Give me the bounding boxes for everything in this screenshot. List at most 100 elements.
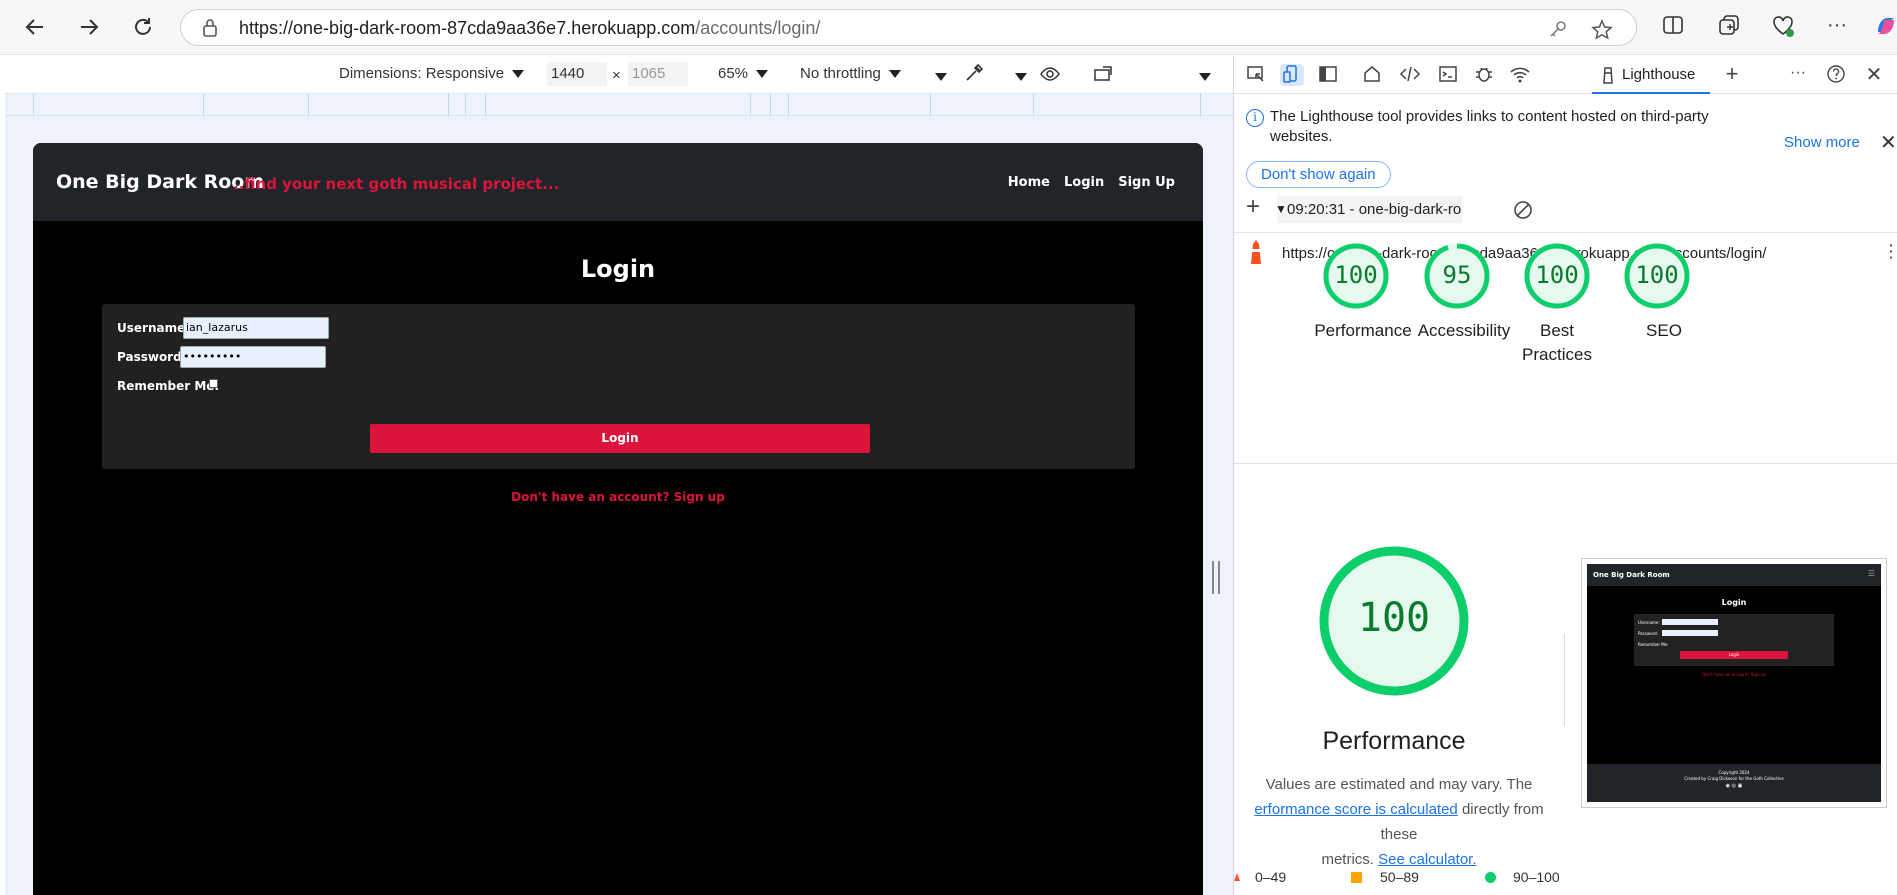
report-select[interactable]: ▼ 09:20:31 - one-big-dark-room- [1277, 196, 1462, 223]
thumb-username-label: Username: [1638, 620, 1660, 625]
see-calculator-link[interactable]: See calculator. [1378, 851, 1476, 868]
thumb-title: Login [1721, 598, 1747, 607]
username-input[interactable]: ian_lazarus [183, 317, 329, 339]
address-bar[interactable]: https://one-big-dark-room-87cda9aa36e7.h… [180, 9, 1637, 46]
media-query-ruler[interactable] [5, 94, 1233, 116]
info-icon: i [1246, 109, 1264, 127]
password-input[interactable]: ••••••••• [180, 346, 326, 368]
zoom-dropdown[interactable]: 65% [718, 65, 769, 82]
dock-side-icon[interactable] [1316, 64, 1340, 86]
more-throttle-options-icon[interactable] [935, 68, 947, 85]
accessibility-label: Accessibility [1417, 321, 1511, 340]
explain-text-3: metrics. [1321, 851, 1374, 868]
key-icon[interactable] [1547, 19, 1569, 39]
login-form: Username: ian_lazarus Password: ••••••••… [102, 304, 1135, 469]
best-practices-gauge[interactable]: 100 Best Practices [1522, 243, 1592, 364]
url-text[interactable]: https://one-big-dark-room-87cda9aa36e7.h… [239, 18, 820, 39]
device-toolbar: Dimensions: Responsive 1440 × 1065 65% N… [5, 56, 1233, 94]
thumb-password-field [1662, 630, 1718, 636]
device-emulation-icon[interactable] [1280, 64, 1304, 86]
rotate-icon[interactable] [1093, 64, 1117, 88]
thumb-username-field [1662, 619, 1718, 625]
nav-signup-link[interactable]: Sign Up [1118, 175, 1175, 190]
refresh-icon[interactable] [128, 12, 158, 42]
password-label: Password: [117, 350, 187, 364]
seo-gauge[interactable]: 100 SEO [1624, 243, 1690, 340]
collections-icon[interactable] [1716, 14, 1742, 40]
dimensions-dropdown[interactable]: Dimensions: Responsive [339, 65, 525, 82]
report-more-icon[interactable]: ⋮ [1882, 241, 1897, 262]
performance-explanation: Values are estimated and may vary. The e… [1234, 772, 1564, 872]
devtools-tabbar: Lighthouse + ··· ✕ [1234, 56, 1897, 94]
vision-deficiency-icon[interactable] [1039, 64, 1061, 88]
thumb-signup-link: Don't have an account? Sign up [1702, 672, 1766, 677]
console-icon[interactable] [1436, 64, 1460, 86]
browser-essentials-icon[interactable] [1770, 14, 1796, 40]
device-toolbar-more-icon[interactable] [1199, 68, 1211, 85]
best-practices-label: Best Practices [1522, 321, 1592, 364]
times-icon: × [612, 67, 621, 84]
clear-reports-icon[interactable] [1512, 199, 1534, 226]
signup-link[interactable]: Don't have an account? Sign up [33, 490, 1203, 504]
thumb-header: One Big Dark Room ☰ [1587, 564, 1881, 586]
legend-average: 50–89 [1380, 869, 1419, 885]
chevron-down-icon [512, 70, 525, 79]
vision-dropdown-icon[interactable] [1015, 68, 1027, 85]
throttling-label: No throttling [800, 65, 881, 82]
lock-icon[interactable] [201, 18, 219, 38]
thumb-brand: One Big Dark Room [1593, 571, 1670, 579]
back-icon[interactable] [20, 12, 50, 42]
debug-bug-icon[interactable] [1472, 64, 1496, 86]
favorite-star-icon[interactable] [1591, 19, 1613, 40]
final-screenshot-thumbnail[interactable]: One Big Dark Room ☰ Login Username: Pass… [1581, 558, 1887, 808]
split-screen-icon[interactable] [1660, 14, 1686, 40]
fail-triangle-icon [1234, 873, 1240, 881]
help-icon[interactable] [1824, 64, 1848, 86]
dont-show-again-button[interactable]: Don't show again [1246, 161, 1391, 188]
tab-lighthouse[interactable]: Lighthouse [1592, 56, 1710, 94]
accessibility-gauge[interactable]: 95 Accessibility [1418, 243, 1510, 340]
thumbnail-page: One Big Dark Room ☰ Login Username: Pass… [1587, 564, 1881, 802]
legend-pass: 90–100 [1513, 869, 1560, 885]
report-select-label: 09:20:31 - one-big-dark-room- [1287, 201, 1462, 218]
welcome-home-icon[interactable] [1360, 64, 1384, 86]
best-practices-score: 100 [1535, 261, 1579, 289]
performance-gauge[interactable]: 100 Performance [1314, 243, 1412, 340]
info-banner: i The Lighthouse tool provides links to … [1234, 94, 1897, 188]
close-devtools-icon[interactable]: ✕ [1862, 62, 1886, 86]
zoom-label: 65% [718, 65, 749, 82]
login-title: Login [580, 255, 656, 283]
throttling-dropdown[interactable]: No throttling [800, 65, 901, 82]
remember-me-checkbox[interactable] [209, 379, 218, 388]
height-input[interactable]: 1065 [628, 62, 688, 86]
dimensions-label: Dimensions: Responsive [339, 65, 505, 82]
section-divider [1234, 463, 1897, 464]
login-button[interactable]: Login [370, 424, 870, 453]
copilot-icon[interactable] [1874, 14, 1897, 40]
eyedropper-icon[interactable] [963, 62, 985, 88]
more-menu-icon[interactable]: ··· [1824, 14, 1850, 40]
elements-icon[interactable] [1398, 64, 1422, 86]
performance-heading: Performance [1322, 727, 1466, 755]
resize-handle[interactable] [1212, 561, 1220, 594]
new-report-icon[interactable]: + [1246, 193, 1260, 221]
nav-home-link[interactable]: Home [1008, 175, 1050, 190]
site-header: One Big Dark Room ..find your next goth … [33, 143, 1203, 221]
network-wifi-icon[interactable] [1508, 64, 1532, 86]
chevron-down-icon [756, 70, 769, 79]
score-calculated-link[interactable]: erformance score is calculated [1254, 801, 1457, 818]
username-label: Username: [117, 321, 191, 335]
average-square-icon [1351, 872, 1362, 883]
devtools-more-icon[interactable]: ··· [1786, 64, 1810, 86]
nav-login-link[interactable]: Login [1064, 175, 1104, 190]
show-more-link[interactable]: Show more [1784, 134, 1860, 151]
performance-score: 100 [1334, 261, 1378, 289]
width-input[interactable]: 1440 [547, 62, 607, 86]
score-legend: 0–49 50–89 90–100 [1234, 869, 1897, 889]
inspect-element-icon[interactable] [1244, 64, 1268, 86]
info-text: The Lighthouse tool provides links to co… [1270, 108, 1709, 145]
forward-icon[interactable] [74, 12, 104, 42]
add-tab-icon[interactable]: + [1720, 61, 1744, 86]
legend-fail: 0–49 [1255, 869, 1287, 885]
close-banner-icon[interactable]: ✕ [1880, 130, 1897, 155]
